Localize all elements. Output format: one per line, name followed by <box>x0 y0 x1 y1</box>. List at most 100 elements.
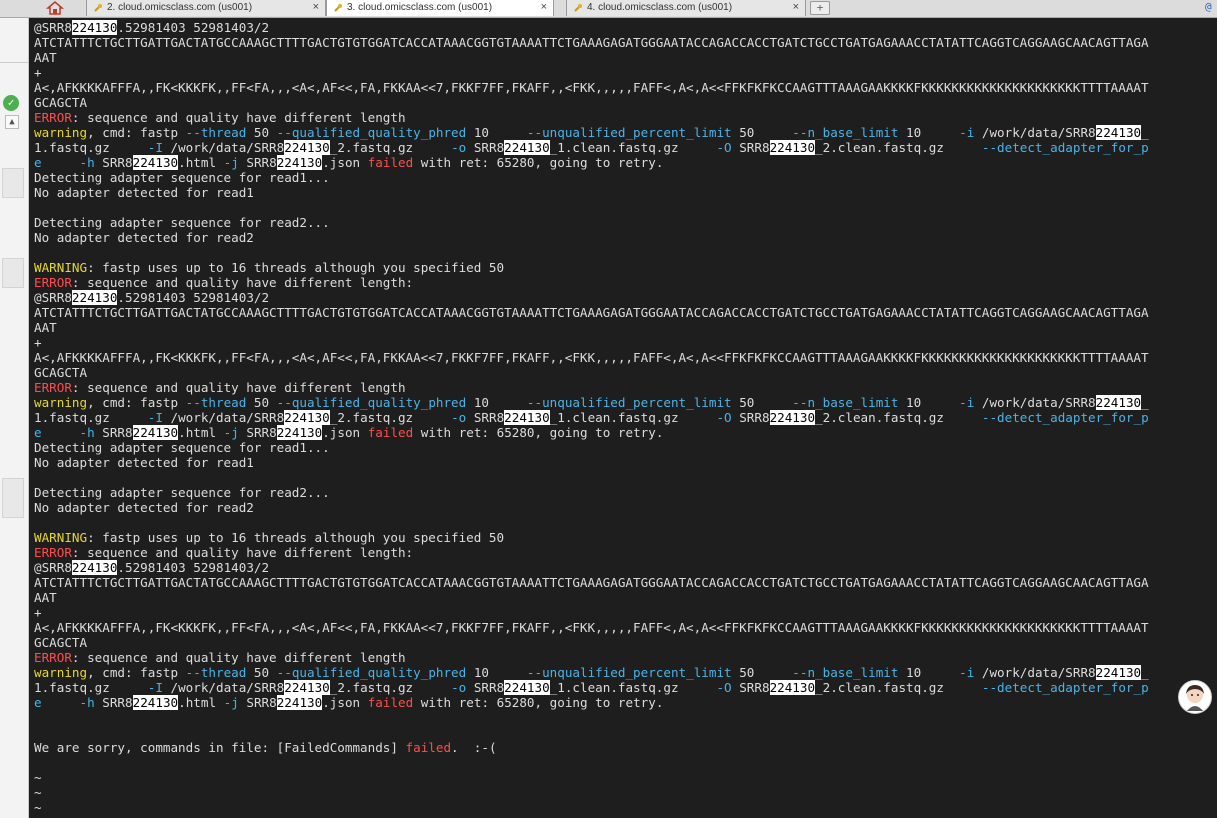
warning-label: warning <box>34 665 88 680</box>
command-line: 1.fastq.gz -I /work/data/SRR8224130_2.fa… <box>30 140 1213 155</box>
command-line: 1.fastq.gz -I /work/data/SRR8224130_2.fa… <box>30 410 1213 425</box>
highlight-match: 224130 <box>1095 125 1142 140</box>
warning-label: warning <box>34 395 88 410</box>
detect-line: No adapter detected for read2 <box>30 230 1213 245</box>
plus-line: + <box>30 65 1213 80</box>
plus-line: + <box>30 605 1213 620</box>
highlight-match: 224130 <box>71 560 118 575</box>
text-segment: 10 <box>466 665 527 680</box>
tab-2[interactable]: 2. cloud.omicsclass.com (us001) × <box>86 0 326 16</box>
text-segment: with ret: 65280, going to retry. <box>413 425 664 440</box>
text-segment: .json <box>322 155 368 170</box>
text-segment: SRR8 <box>466 140 505 155</box>
failed-label: failed <box>367 425 414 440</box>
text-segment: 10 <box>898 665 960 680</box>
sequence-line: ATCTATTTCTGCTTGATTGACTATGCCAAAGCTTTTGACT… <box>30 305 1213 320</box>
highlight-match: 224130 <box>71 290 118 305</box>
detect-line: No adapter detected for read1 <box>30 185 1213 200</box>
new-tab-button[interactable]: + <box>810 1 830 15</box>
error-line: ERROR: sequence and quality have differe… <box>30 545 1213 560</box>
text-segment: .52981403 52981403/2 <box>117 560 270 575</box>
highlight-match: 224130 <box>132 425 179 440</box>
tab-label: 2. cloud.omicsclass.com (us001) <box>107 2 253 13</box>
text-segment: : sequence and quality have different le… <box>71 275 414 290</box>
text-segment: 10 <box>898 395 960 410</box>
text-segment: , cmd: fastp <box>87 395 186 410</box>
option: --thread <box>185 125 247 140</box>
side-panel: ✓ ▲ <box>0 18 29 818</box>
option: -I <box>147 140 163 155</box>
quality-line: A<,AFKKKKAFFFA,,FK<KKKFK,,FF<FA,,,<A<,AF… <box>30 80 1213 95</box>
option: --qualified_quality_phred <box>276 395 467 410</box>
text-segment: @SRR8 <box>34 20 72 35</box>
text-segment: 10 <box>898 125 960 140</box>
text-segment: ATCTATTTCTGCTTGATTGACTATGCCAAAGCTTTTGACT… <box>34 305 1149 320</box>
close-icon[interactable]: × <box>541 0 547 15</box>
detect-line: No adapter detected for read2 <box>30 500 1213 515</box>
text-segment <box>42 425 80 440</box>
option: -I <box>147 680 163 695</box>
detect-line: Detecting adapter sequence for read2... <box>30 215 1213 230</box>
option: --n_base_limit <box>792 125 899 140</box>
text-segment: AAT <box>34 590 57 605</box>
text-segment: AAT <box>34 320 57 335</box>
highlight-match: 224130 <box>504 410 550 425</box>
option: --detect_adapter_for_p <box>981 680 1149 695</box>
text-segment: Detecting adapter sequence for read1... <box>34 440 330 455</box>
text-segment: 50 <box>246 665 277 680</box>
error-line: ERROR: sequence and quality have differe… <box>30 110 1213 125</box>
tab-4[interactable]: 4. cloud.omicsclass.com (us001) × <box>566 0 806 16</box>
text-segment <box>42 695 80 710</box>
text-segment: AAT <box>34 50 57 65</box>
text-segment: . :-( <box>451 740 497 755</box>
command-line: warning, cmd: fastp --thread 50 --qualif… <box>30 665 1213 680</box>
highlight-match: 224130 <box>132 695 179 710</box>
text-segment: .html <box>178 155 224 170</box>
text-segment: SRR8 <box>466 680 505 695</box>
option: --qualified_quality_phred <box>276 125 467 140</box>
highlight-match: 224130 <box>1095 395 1142 410</box>
text-segment: /work/data/SRR8 <box>162 140 285 155</box>
highlight-match: 224130 <box>284 140 330 155</box>
highlight-match: 224130 <box>132 155 179 170</box>
quality-line: A<,AFKKKKAFFFA,,FK<KKKFK,,FF<FA,,,<A<,AF… <box>30 350 1213 365</box>
home-icon[interactable] <box>44 0 66 16</box>
option: --n_base_limit <box>792 665 899 680</box>
text-segment: + <box>34 335 42 350</box>
text-segment: No adapter detected for read1 <box>34 455 254 470</box>
text-segment: : sequence and quality have different le… <box>71 380 406 395</box>
panel-block <box>2 168 24 198</box>
avatar[interactable] <box>1178 680 1212 714</box>
text-segment: 50 <box>731 125 793 140</box>
option: --unqualified_percent_limit <box>526 125 732 140</box>
option: -O <box>716 140 732 155</box>
text-segment: GCAGCTA <box>34 95 88 110</box>
text-segment: : fastp uses up to 16 threads although y… <box>87 530 505 545</box>
option: --thread <box>185 395 247 410</box>
close-icon[interactable]: × <box>313 0 319 15</box>
text-segment: , cmd: fastp <box>87 665 186 680</box>
highlight-match: 224130 <box>769 680 816 695</box>
plus-line: + <box>30 335 1213 350</box>
command-line: e -h SRR8224130.html -j SRR8224130.json … <box>30 695 1213 710</box>
warning-label: WARNING <box>34 530 88 545</box>
close-icon[interactable]: × <box>793 0 799 15</box>
text-segment: with ret: 65280, going to retry. <box>413 695 664 710</box>
scroll-up-icon[interactable]: ▲ <box>5 115 19 129</box>
text-segment: We are sorry, commands in file: [FailedC… <box>34 740 406 755</box>
text-segment: SRR8 <box>94 425 133 440</box>
terminal-output[interactable]: @SRR8224130.52981403 52981403/2 ATCTATTTC… <box>30 20 1213 818</box>
text-segment: 1.fastq.gz <box>34 140 148 155</box>
text-segment: 10 <box>466 125 527 140</box>
tab-label: 4. cloud.omicsclass.com (us001) <box>587 2 733 13</box>
option: -o <box>451 410 467 425</box>
highlight-match: 224130 <box>1095 665 1142 680</box>
text-segment: _1.clean.fastq.gz <box>549 410 717 425</box>
text-segment: : sequence and quality have different le… <box>71 650 406 665</box>
text-segment: @SRR8 <box>34 290 72 305</box>
tab-3[interactable]: 3. cloud.omicsclass.com (us001) × <box>326 0 554 16</box>
text-segment: /work/data/SRR8 <box>974 665 1096 680</box>
